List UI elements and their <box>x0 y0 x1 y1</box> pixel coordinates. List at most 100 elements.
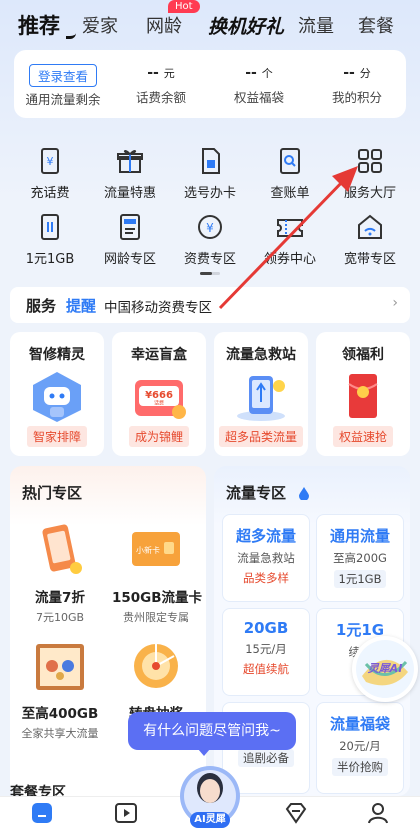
data-card-title: 20GB <box>243 619 289 637</box>
data-card-title: 流量福袋 <box>329 715 390 733</box>
svg-text:¥: ¥ <box>206 221 214 235</box>
grid-label: 充话费 <box>30 186 70 201</box>
tab-network-age[interactable]: 网龄 <box>146 12 182 38</box>
stat-balance[interactable]: -- 元 话费余额 <box>112 50 210 106</box>
assistant-chat-bubble[interactable]: 有什么问题尽管问我~ <box>128 712 296 756</box>
bag-value: -- <box>245 65 257 81</box>
bag-unit: 个 <box>261 67 273 80</box>
broadband-icon <box>358 214 382 239</box>
grid-item-data-deal[interactable]: 流量特惠 <box>90 146 170 201</box>
notice-text: 中国移动资费专区 <box>104 300 212 316</box>
grid-item-tariff[interactable]: ¥ 资费专区 <box>170 212 250 267</box>
home-icon[interactable] <box>30 801 54 825</box>
grid-label: 网龄专区 <box>103 252 156 267</box>
ai-logo-icon: 灵犀AI <box>356 640 414 698</box>
recharge-icon: ¥ <box>41 148 59 174</box>
hot-item-data-discount[interactable]: 流量7折 7元10GB <box>16 522 104 625</box>
video-icon[interactable] <box>114 801 138 825</box>
promo-badge: 智家排障 <box>26 426 87 447</box>
coupon-icon <box>277 219 303 237</box>
tab-phone-upgrade[interactable]: 换机好礼 <box>208 12 284 39</box>
notice-prefix-a: 服务 <box>26 297 57 315</box>
data-card-6[interactable]: 流量福袋 20元/月 半价抢购 <box>316 702 404 794</box>
data-card-2[interactable]: 通用流量 至高200G 1元1GB <box>316 514 404 602</box>
product-title: 150GB流量卡 <box>112 590 203 606</box>
promo-data-rescue[interactable]: 流量急救站 超多品类流量 <box>214 332 308 456</box>
grid-pager <box>200 272 220 275</box>
data-card-sub: 流量急救站 <box>237 551 295 565</box>
data-card-1[interactable]: 超多流量 流量急救站 品类多样 <box>222 514 310 602</box>
product-sub: 7元10GB <box>35 611 85 624</box>
data-zone-title: 流量专区 <box>226 484 287 502</box>
data-card-tag: 1元1GB <box>333 570 387 588</box>
tab-home[interactable]: 爱家 <box>82 12 118 38</box>
tab-data[interactable]: 流量 <box>298 12 334 38</box>
data-card-3[interactable]: 20GB 15元/月 超值续航 <box>222 608 310 696</box>
stat-data: 登录查看 通用流量剩余 <box>14 50 112 108</box>
grid-label: 宽带专区 <box>343 252 396 267</box>
promo-badge: 超多品类流量 <box>218 426 303 447</box>
promo-benefits[interactable]: 领福利 权益速抢 <box>316 332 410 456</box>
grid-label: 领券中心 <box>263 252 316 267</box>
data-card-sub: 15元/月 <box>245 642 287 656</box>
ai-logo-text: 灵犀AI <box>368 662 403 675</box>
service-notice[interactable]: 服务 提醒 中国移动资费专区 › <box>10 287 410 323</box>
water-drop-icon <box>299 487 309 500</box>
grid-item-recharge[interactable]: ¥ 充话费 <box>10 146 90 201</box>
promo-title: 流量急救站 <box>226 347 296 363</box>
sim-card-icon: 小新卡 <box>132 532 180 566</box>
data-card-tag: 追剧必备 <box>238 749 294 767</box>
hot-item-150gb-card[interactable]: 小新卡 150GB流量卡 贵州限定专属 <box>112 522 203 625</box>
hot-item-400gb[interactable]: 至高400GB 全家共享大流量 <box>16 638 104 741</box>
grid-item-network-age[interactable]: 网龄专区 <box>90 212 170 267</box>
data-card-title: 通用流量 <box>329 527 390 545</box>
stat-bag[interactable]: -- 个 权益福袋 <box>210 50 308 106</box>
sim-card-icon <box>202 148 220 174</box>
blind-box-icon: ¥666话费 <box>135 380 186 419</box>
ai-assistant-label: AI灵犀 <box>190 812 230 828</box>
promo-title: 领福利 <box>342 347 384 363</box>
grid-label: 流量特惠 <box>103 186 156 201</box>
grid-item-coupon[interactable]: 领券中心 <box>250 212 330 267</box>
phone-data-icon <box>237 376 285 421</box>
lottery-wheel-icon <box>134 644 178 688</box>
product-title: 流量7折 <box>35 590 85 606</box>
product-card-text: 小新卡 <box>136 545 160 555</box>
tab-plans[interactable]: 套餐 <box>358 12 394 38</box>
grid-item-bill[interactable]: 查账单 <box>250 146 330 201</box>
tariff-icon: ¥ <box>198 215 222 239</box>
balance-label: 话费余额 <box>135 90 186 105</box>
product-sub: 全家共享大流量 <box>21 727 99 740</box>
bill-search-icon <box>280 148 300 174</box>
svg-text:¥: ¥ <box>47 155 54 168</box>
stat-points[interactable]: -- 分 我的积分 <box>308 50 406 106</box>
data-card-tag: 品类多样 <box>243 571 289 585</box>
grid-label: 选号办卡 <box>183 186 236 201</box>
grid-item-1gb[interactable]: 1元1GB <box>10 212 90 267</box>
profile-icon[interactable] <box>366 801 390 825</box>
top-tabs: 推荐 爱家 网龄 Hot 换机好礼 流量 套餐 <box>0 0 420 46</box>
ai-floating-logo[interactable]: 灵犀AI <box>352 636 418 702</box>
data-card-sub: 至高200G <box>333 551 387 565</box>
grid-item-service-hall[interactable]: 服务大厅 <box>330 146 410 201</box>
hot-item-lottery[interactable]: 转盘抽奖 <box>112 638 200 722</box>
blind-box-amount: ¥666 <box>145 390 173 401</box>
promo-title: 幸运盲盒 <box>131 347 187 363</box>
grid-item-broadband[interactable]: 宽带专区 <box>330 212 410 267</box>
product-sub: 贵州限定专属 <box>123 611 189 624</box>
points-unit: 分 <box>359 67 371 80</box>
balance-unit: 元 <box>163 67 175 80</box>
promo-blind-box[interactable]: 幸运盲盒 ¥666 话费 成为锦鲤 <box>112 332 206 456</box>
grid-menu-icon <box>358 149 382 173</box>
grid-label: 服务大厅 <box>343 186 396 201</box>
bag-label: 权益福袋 <box>233 90 284 105</box>
tab-recommend[interactable]: 推荐 <box>18 10 60 40</box>
grid-label: 查账单 <box>270 186 310 201</box>
promo-repair[interactable]: 智修精灵 智家排障 <box>10 332 104 456</box>
grid-item-sim[interactable]: 选号办卡 <box>170 146 250 201</box>
diamond-icon[interactable] <box>284 801 308 825</box>
network-age-icon <box>120 214 140 240</box>
data-icon <box>41 214 59 240</box>
balance-value: -- <box>147 65 159 81</box>
login-button[interactable]: 登录查看 <box>28 64 97 87</box>
